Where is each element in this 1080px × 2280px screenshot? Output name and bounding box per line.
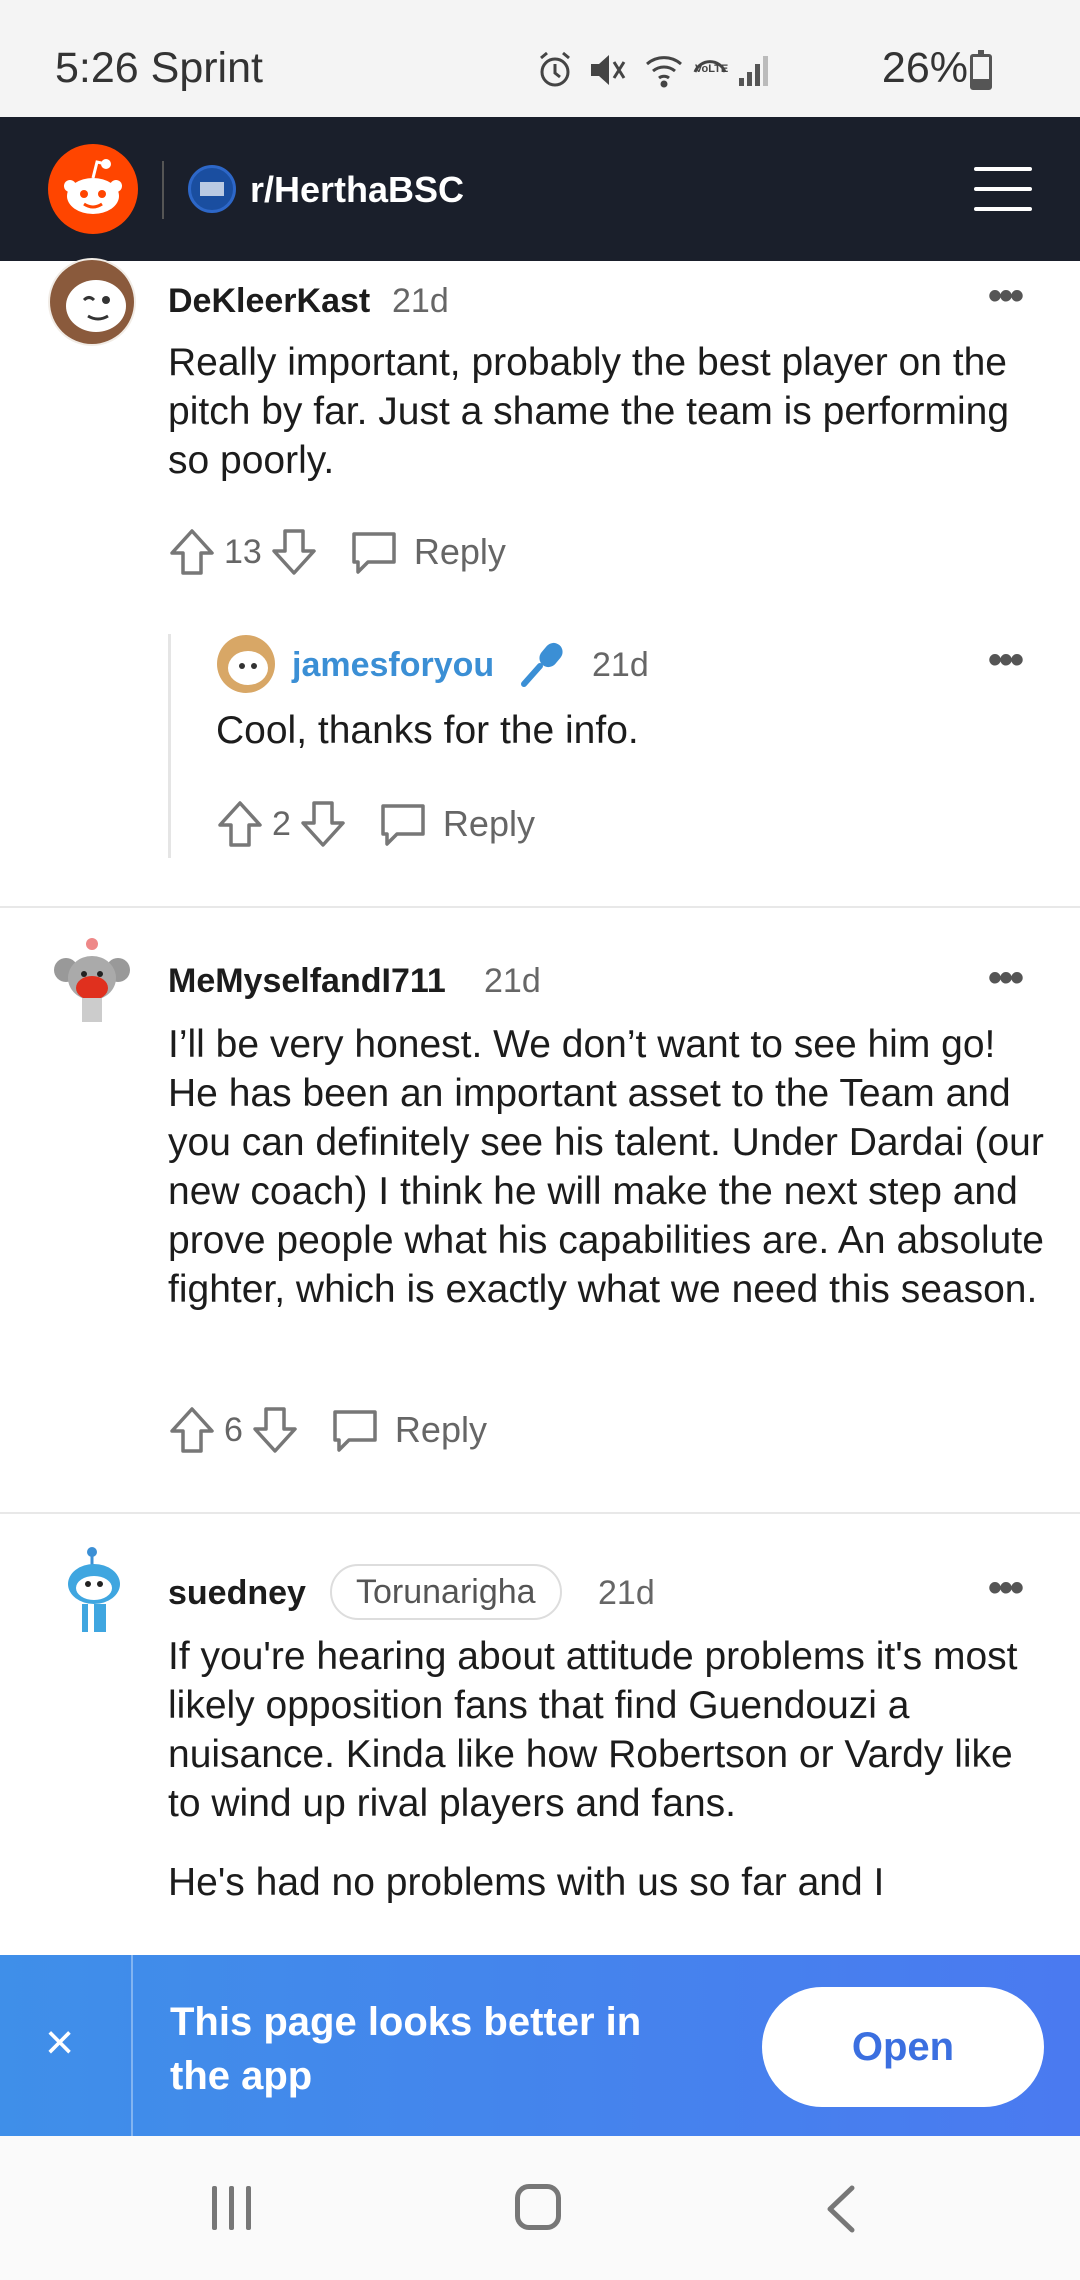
more-options-icon[interactable]: ••• xyxy=(988,638,1024,683)
reply-icon xyxy=(381,804,425,846)
battery-percentage: 26% xyxy=(881,44,968,92)
more-options-icon[interactable]: ••• xyxy=(988,274,1024,319)
status-icons: VoLTE xyxy=(540,51,768,88)
reddit-logo[interactable] xyxy=(48,144,138,234)
reply-label: Reply xyxy=(413,531,506,572)
banner-divider xyxy=(131,1955,133,2136)
comment-paragraph: If you're hearing about attitude problem… xyxy=(168,1635,1018,1825)
comment-body: Cool, thanks for the info. xyxy=(216,709,639,752)
vote-count: 6 xyxy=(224,1410,243,1449)
comment-username[interactable]: jamesforyou xyxy=(292,646,494,685)
thread-line xyxy=(168,634,171,858)
vote-row: 2 Reply xyxy=(214,796,535,852)
upvote-icon[interactable] xyxy=(166,526,218,578)
microphone-icon xyxy=(521,642,563,687)
more-options-icon[interactable]: ••• xyxy=(988,1566,1024,1611)
banner-text: This page looks better in the app xyxy=(170,2000,642,2098)
reply-label: Reply xyxy=(394,1409,487,1450)
svg-text:VoLTE: VoLTE xyxy=(695,63,728,75)
comment-username[interactable]: MeMyselfandI711 xyxy=(168,962,446,1001)
vote-row: 13 Reply xyxy=(166,524,506,580)
vote-count: 13 xyxy=(224,532,262,571)
comment-timestamp: 21d xyxy=(392,282,449,320)
upvote-icon[interactable] xyxy=(214,798,266,850)
comment-body: I’ll be very honest. We don’t want to se… xyxy=(168,1023,1044,1311)
volte-icon: VoLTE xyxy=(693,60,728,75)
wifi-icon xyxy=(646,56,682,88)
avatar[interactable] xyxy=(52,936,136,1028)
comment-separator xyxy=(0,906,1080,908)
vote-count: 2 xyxy=(272,804,291,843)
comment-timestamp: 21d xyxy=(598,1574,655,1612)
recents-icon[interactable] xyxy=(212,2186,263,2235)
comment-timestamp: 21d xyxy=(592,646,649,684)
reply-button[interactable]: Reply xyxy=(348,528,506,576)
open-in-app-banner: × This page looks better in the app Open xyxy=(0,1955,1080,2136)
subreddit-icon[interactable] xyxy=(188,165,236,213)
user-flair: Torunarigha xyxy=(330,1564,562,1620)
mute-icon xyxy=(591,55,626,85)
upvote-icon[interactable] xyxy=(166,1404,218,1456)
comment-body: If you're hearing about attitude problem… xyxy=(168,1632,1028,1907)
reply-button[interactable]: Reply xyxy=(329,1406,487,1454)
comment-timestamp: 21d xyxy=(484,962,541,1000)
reply-icon xyxy=(352,532,396,574)
comment-body: Really important, probably the best play… xyxy=(168,341,1010,482)
more-options-icon[interactable]: ••• xyxy=(988,956,1024,1001)
reply-icon xyxy=(333,1410,377,1452)
avatar[interactable] xyxy=(48,258,136,346)
avatar[interactable] xyxy=(60,1546,130,1638)
close-banner-icon[interactable]: × xyxy=(45,2017,74,2067)
home-icon[interactable] xyxy=(515,2184,561,2230)
downvote-icon[interactable] xyxy=(297,798,349,850)
comment-paragraph: He's had no problems with us so far and … xyxy=(168,1861,885,1904)
back-icon[interactable] xyxy=(822,2184,862,2234)
status-bar: 5:26 Sprint VoLTE 26% xyxy=(0,0,1080,117)
comment-separator xyxy=(0,1512,1080,1514)
status-time: 5:26 Sprint xyxy=(55,44,263,92)
reply-label: Reply xyxy=(442,803,535,844)
vote-row: 6 Reply xyxy=(166,1402,487,1458)
downvote-icon[interactable] xyxy=(249,1404,301,1456)
system-nav-bar xyxy=(0,2136,1080,2280)
app-header: r/HerthaBSC xyxy=(0,117,1080,261)
alarm-icon xyxy=(540,51,570,87)
downvote-icon[interactable] xyxy=(268,526,320,578)
comment-username[interactable]: suedney xyxy=(168,1574,306,1613)
comment-username[interactable]: DeKleerKast xyxy=(168,282,370,321)
open-app-button[interactable]: Open xyxy=(762,1987,1044,2107)
signal-icon xyxy=(739,56,768,86)
battery-icon xyxy=(970,50,992,90)
reply-button[interactable]: Reply xyxy=(377,800,535,848)
hamburger-menu-icon[interactable] xyxy=(974,165,1032,213)
subreddit-name[interactable]: r/HerthaBSC xyxy=(250,169,464,211)
avatar[interactable] xyxy=(216,634,276,694)
header-divider xyxy=(162,161,164,219)
